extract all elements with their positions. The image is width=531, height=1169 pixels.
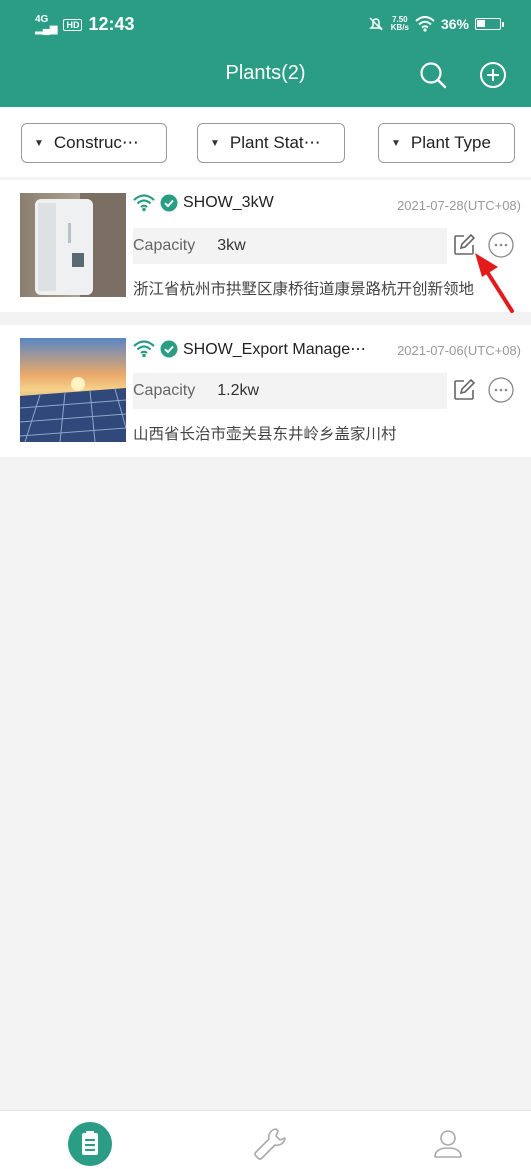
signal-bars: ▂▄▆ (35, 23, 58, 35)
nav-user-tab[interactable] (425, 1121, 471, 1167)
add-plant-button[interactable] (478, 60, 508, 90)
plant-type-filter-dropdown[interactable]: ▼ Plant Type (378, 123, 515, 163)
hd-badge: HD (63, 18, 83, 31)
plant-name: SHOW_3kW (183, 194, 274, 211)
network-type: 4G (35, 13, 49, 25)
capacity-row: Capacity 1.2kw (133, 373, 447, 409)
nav-plants-tab[interactable] (67, 1121, 113, 1167)
solar-panel-photo-icon (20, 338, 126, 442)
edit-icon (454, 378, 476, 400)
search-button[interactable] (418, 60, 448, 90)
capacity-value: 1.2kw (217, 382, 260, 399)
filter-label: Plant Stat⋯ (229, 133, 321, 152)
verified-check-icon (160, 340, 178, 358)
plant-name: SHOW_Export Manage⋯ (183, 341, 367, 358)
plant-address: 山西省长治市壶关县东井岭乡盖家川村 (133, 426, 397, 443)
filter-bar: ▼ Construc⋯ ▼ Plant Stat⋯ ▼ Plant Type (0, 107, 531, 177)
speed-unit: KB/s (390, 23, 409, 32)
inverter-photo-icon (20, 193, 126, 297)
plant-list-icon (68, 1122, 112, 1166)
user-icon (434, 1130, 462, 1158)
capacity-row: Capacity 3kw (133, 228, 447, 264)
search-icon (420, 62, 447, 89)
battery-percent: 36% (440, 16, 469, 32)
more-icon (488, 377, 514, 403)
more-options-button[interactable] (488, 377, 514, 403)
top-app-bar: 4G ▂▄▆ HD 12:43 7.50 KB/s 36% Plants(2) (0, 0, 531, 107)
plant-card[interactable]: SHOW_3kW 2021-07-28(UTC+08) Capacity 3kw… (0, 180, 531, 312)
network-speed: 7.50 KB/s (391, 16, 409, 32)
edit-plant-button[interactable] (452, 378, 476, 402)
verified-check-icon (160, 194, 178, 212)
dropdown-triangle-icon: ▼ (210, 137, 220, 149)
dropdown-triangle-icon: ▼ (34, 137, 44, 149)
status-bar: 4G ▂▄▆ HD 12:43 7.50 KB/s 36% (0, 0, 531, 50)
wifi-icon (415, 16, 435, 32)
status-left: 4G ▂▄▆ HD 12:43 (35, 14, 135, 35)
battery-level (477, 20, 485, 27)
page-title: Plants(2) (225, 62, 306, 84)
battery-icon (475, 18, 504, 30)
plant-title-row: SHOW_3kW (133, 194, 274, 212)
capacity-label: Capacity (133, 382, 196, 399)
dropdown-triangle-icon: ▼ (391, 137, 401, 149)
plant-date: 2021-07-06(UTC+08) (397, 343, 521, 358)
plant-thumbnail (20, 338, 126, 442)
wrench-icon (254, 1128, 286, 1160)
filter-label: Construc⋯ (53, 133, 139, 152)
plant-date: 2021-07-28(UTC+08) (397, 198, 521, 213)
mute-icon (368, 17, 383, 31)
capacity-value: 3kw (217, 237, 246, 254)
cellular-signal-icon: 4G ▂▄▆ (35, 13, 58, 35)
plant-status-filter-dropdown[interactable]: ▼ Plant Stat⋯ (197, 123, 345, 163)
nav-tools-tab[interactable] (246, 1121, 292, 1167)
capacity-label: Capacity (133, 237, 196, 254)
annotation-arrow-icon (475, 253, 514, 313)
wifi-online-icon (133, 340, 155, 358)
plant-thumbnail (20, 193, 126, 297)
status-time: 12:43 (88, 14, 135, 34)
plant-title-row: SHOW_Export Manage⋯ (133, 339, 366, 359)
filter-label: Plant Type (410, 133, 491, 152)
plant-address: 浙江省杭州市拱墅区康桥街道康景路杭开创新领地 (133, 281, 475, 298)
status-right: 7.50 KB/s 36% (367, 15, 504, 33)
add-circle-icon (480, 62, 506, 88)
bottom-navigation (0, 1110, 531, 1169)
construction-filter-dropdown[interactable]: ▼ Construc⋯ (21, 123, 167, 163)
wifi-online-icon (133, 194, 155, 212)
plant-card[interactable]: SHOW_Export Manage⋯ 2021-07-06(UTC+08) C… (0, 325, 531, 457)
